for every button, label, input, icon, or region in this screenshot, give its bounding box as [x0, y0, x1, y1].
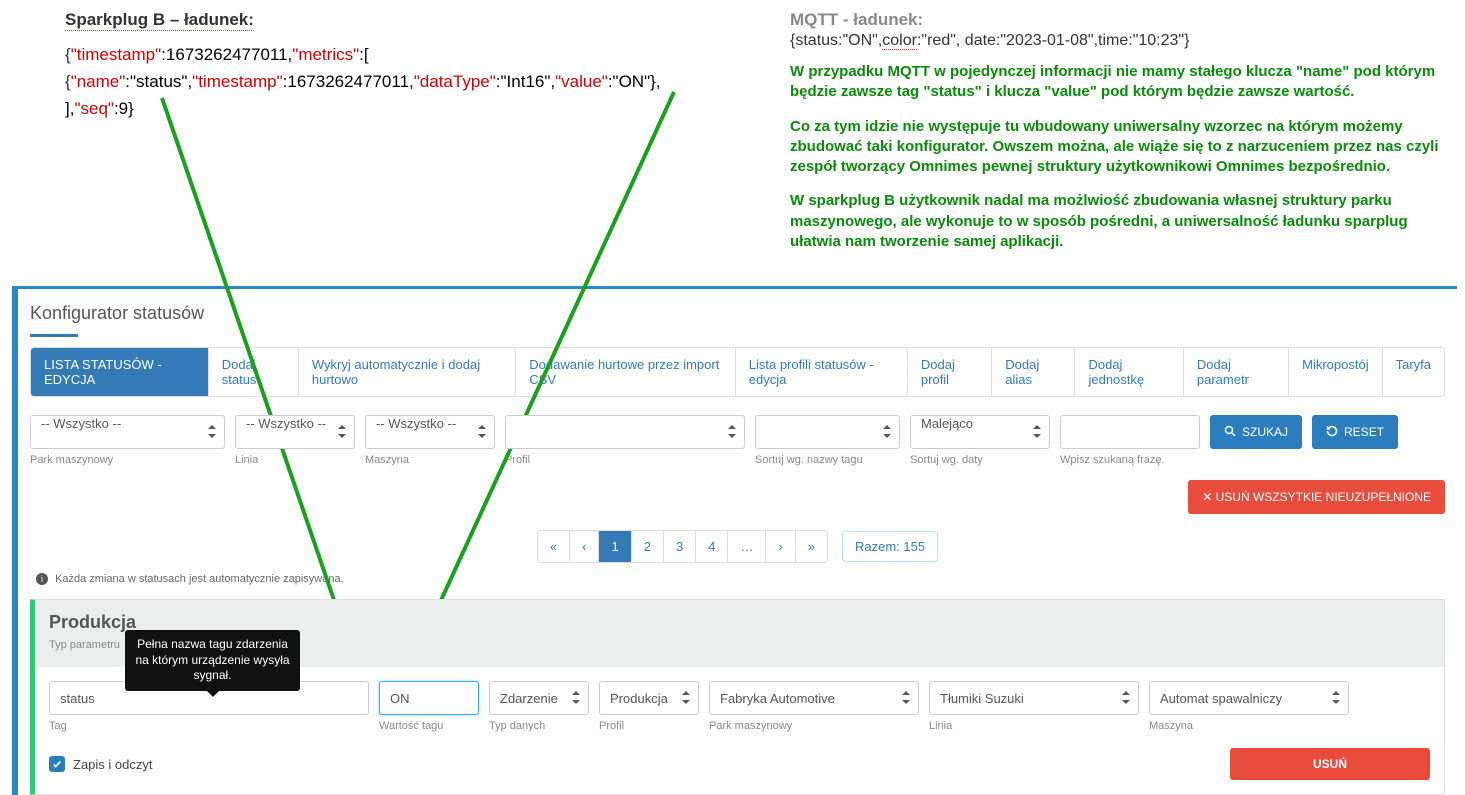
filter-sort-date-label: Sortuj wg. daty — [910, 454, 1050, 466]
data-type-select[interactable]: Zdarzenie — [489, 681, 589, 715]
tab-dodaj-alias[interactable]: Dodaj alias — [992, 348, 1075, 396]
reset-button[interactable]: RESET — [1312, 415, 1398, 449]
page-3[interactable]: 3 — [664, 531, 696, 562]
profil-label: Profil — [599, 720, 699, 732]
filter-profil-label: Profil — [505, 454, 745, 466]
tag-tooltip: Pełna nazwa tagu zdarzenia na którym urz… — [125, 630, 300, 691]
filter-profil-select[interactable] — [505, 415, 745, 449]
filter-sort-tag-label: Sortuj wg. nazwy tagu — [755, 454, 900, 466]
page-first[interactable]: « — [538, 531, 570, 562]
page-prev[interactable]: ‹ — [570, 531, 599, 562]
filter-phrase-input[interactable] — [1060, 415, 1200, 449]
page-ellipsis: … — [728, 531, 766, 562]
maszyna-select[interactable]: Automat spawalniczy — [1149, 681, 1349, 715]
tab-dodaj-jednostke[interactable]: Dodaj jednostkę — [1075, 348, 1183, 396]
sparkplug-heading: Sparkplug B – ładunek: — [65, 10, 254, 31]
total-count-badge: Razem: 155 — [842, 531, 938, 562]
page-1[interactable]: 1 — [599, 531, 631, 562]
page-next[interactable]: › — [766, 531, 795, 562]
tab-mikropostoj[interactable]: Mikropostój — [1289, 348, 1382, 396]
autosave-note: i Każda zmiana w statusach jest automaty… — [18, 567, 1457, 599]
park-select[interactable]: Fabryka Automotive — [709, 681, 919, 715]
linia-select[interactable]: Tłumiki Suzuki — [929, 681, 1139, 715]
info-icon: i — [36, 573, 48, 585]
park-label: Park maszynowy — [709, 720, 919, 732]
mqtt-note-2: Co za tym idzie nie występuje tu wbudowa… — [790, 117, 1455, 178]
tab-dodaj-parametr[interactable]: Dodaj parametr — [1184, 348, 1289, 396]
tag-label: Tag — [49, 720, 369, 732]
page-4[interactable]: 4 — [696, 531, 728, 562]
tag-value-input[interactable]: ON — [379, 681, 479, 715]
filter-maszyna-select[interactable]: -- Wszystko -- — [365, 415, 495, 449]
linia-label: Linia — [929, 720, 1139, 732]
mqtt-json: {status:"ON",color:"red", date:"2023-01-… — [790, 32, 1455, 50]
tab-dodaj-profil[interactable]: Dodaj profil — [908, 348, 992, 396]
tag-value-label: Wartość tagu — [379, 720, 479, 732]
search-button[interactable]: SZUKAJ — [1210, 415, 1302, 449]
page-2[interactable]: 2 — [632, 531, 664, 562]
filter-sort-tag-select[interactable] — [755, 415, 900, 449]
panel-title: Konfigurator statusów — [18, 289, 1457, 334]
tabs-bar: LISTA STATUSÓW - EDYCJA Dodaj status Wyk… — [30, 347, 1445, 397]
filter-phrase-label: Wpisz szukaną frazę. — [1060, 454, 1200, 466]
filter-sort-date-select[interactable]: Malejąco — [910, 415, 1050, 449]
tab-lista-statusow[interactable]: LISTA STATUSÓW - EDYCJA — [31, 348, 209, 396]
tab-import-csv[interactable]: Dodawanie hurtowe przez import CSV — [516, 348, 735, 396]
data-type-label: Typ danych — [489, 720, 589, 732]
filter-park-label: Park maszynowy — [30, 454, 225, 466]
mqtt-note-3: W sparkplug B użytkownik nadal ma możlwi… — [790, 191, 1455, 252]
profil-select[interactable]: Produkcja — [599, 681, 699, 715]
maszyna-label: Maszyna — [1149, 720, 1349, 732]
filter-park-select[interactable]: -- Wszystko -- — [30, 415, 225, 449]
reset-icon — [1326, 425, 1338, 440]
tab-lista-profili[interactable]: Lista profili statusów - edycja — [736, 348, 908, 396]
filter-linia-select[interactable]: -- Wszystko -- — [235, 415, 355, 449]
tab-wykryj[interactable]: Wykryj automatycznie i dodaj hurtowo — [299, 348, 516, 396]
delete-button[interactable]: USUŃ — [1230, 748, 1430, 780]
filter-linia-label: Linia — [235, 454, 355, 466]
search-icon — [1224, 425, 1236, 440]
read-write-checkbox[interactable]: Zapis i odczyt — [49, 756, 152, 772]
tab-dodaj-status[interactable]: Dodaj status — [209, 348, 299, 396]
mqtt-heading: MQTT - ładunek: — [790, 10, 1455, 30]
tab-taryfa[interactable]: Taryfa — [1383, 348, 1444, 396]
page-last[interactable]: » — [796, 531, 827, 562]
filter-maszyna-label: Maszyna — [365, 454, 495, 466]
delete-all-empty-button[interactable]: ✕ USUŃ WSZSYTKIE NIEUZUPEŁNIONE — [1188, 480, 1445, 514]
sparkplug-json: {"timestamp":1673262477011,"metrics":[ {… — [65, 41, 790, 123]
mqtt-note-1: W przypadku MQTT w pojedynczej informacj… — [790, 62, 1455, 103]
pagination: « ‹ 1 2 3 4 … › » — [537, 530, 828, 563]
checkbox-icon — [49, 756, 65, 772]
